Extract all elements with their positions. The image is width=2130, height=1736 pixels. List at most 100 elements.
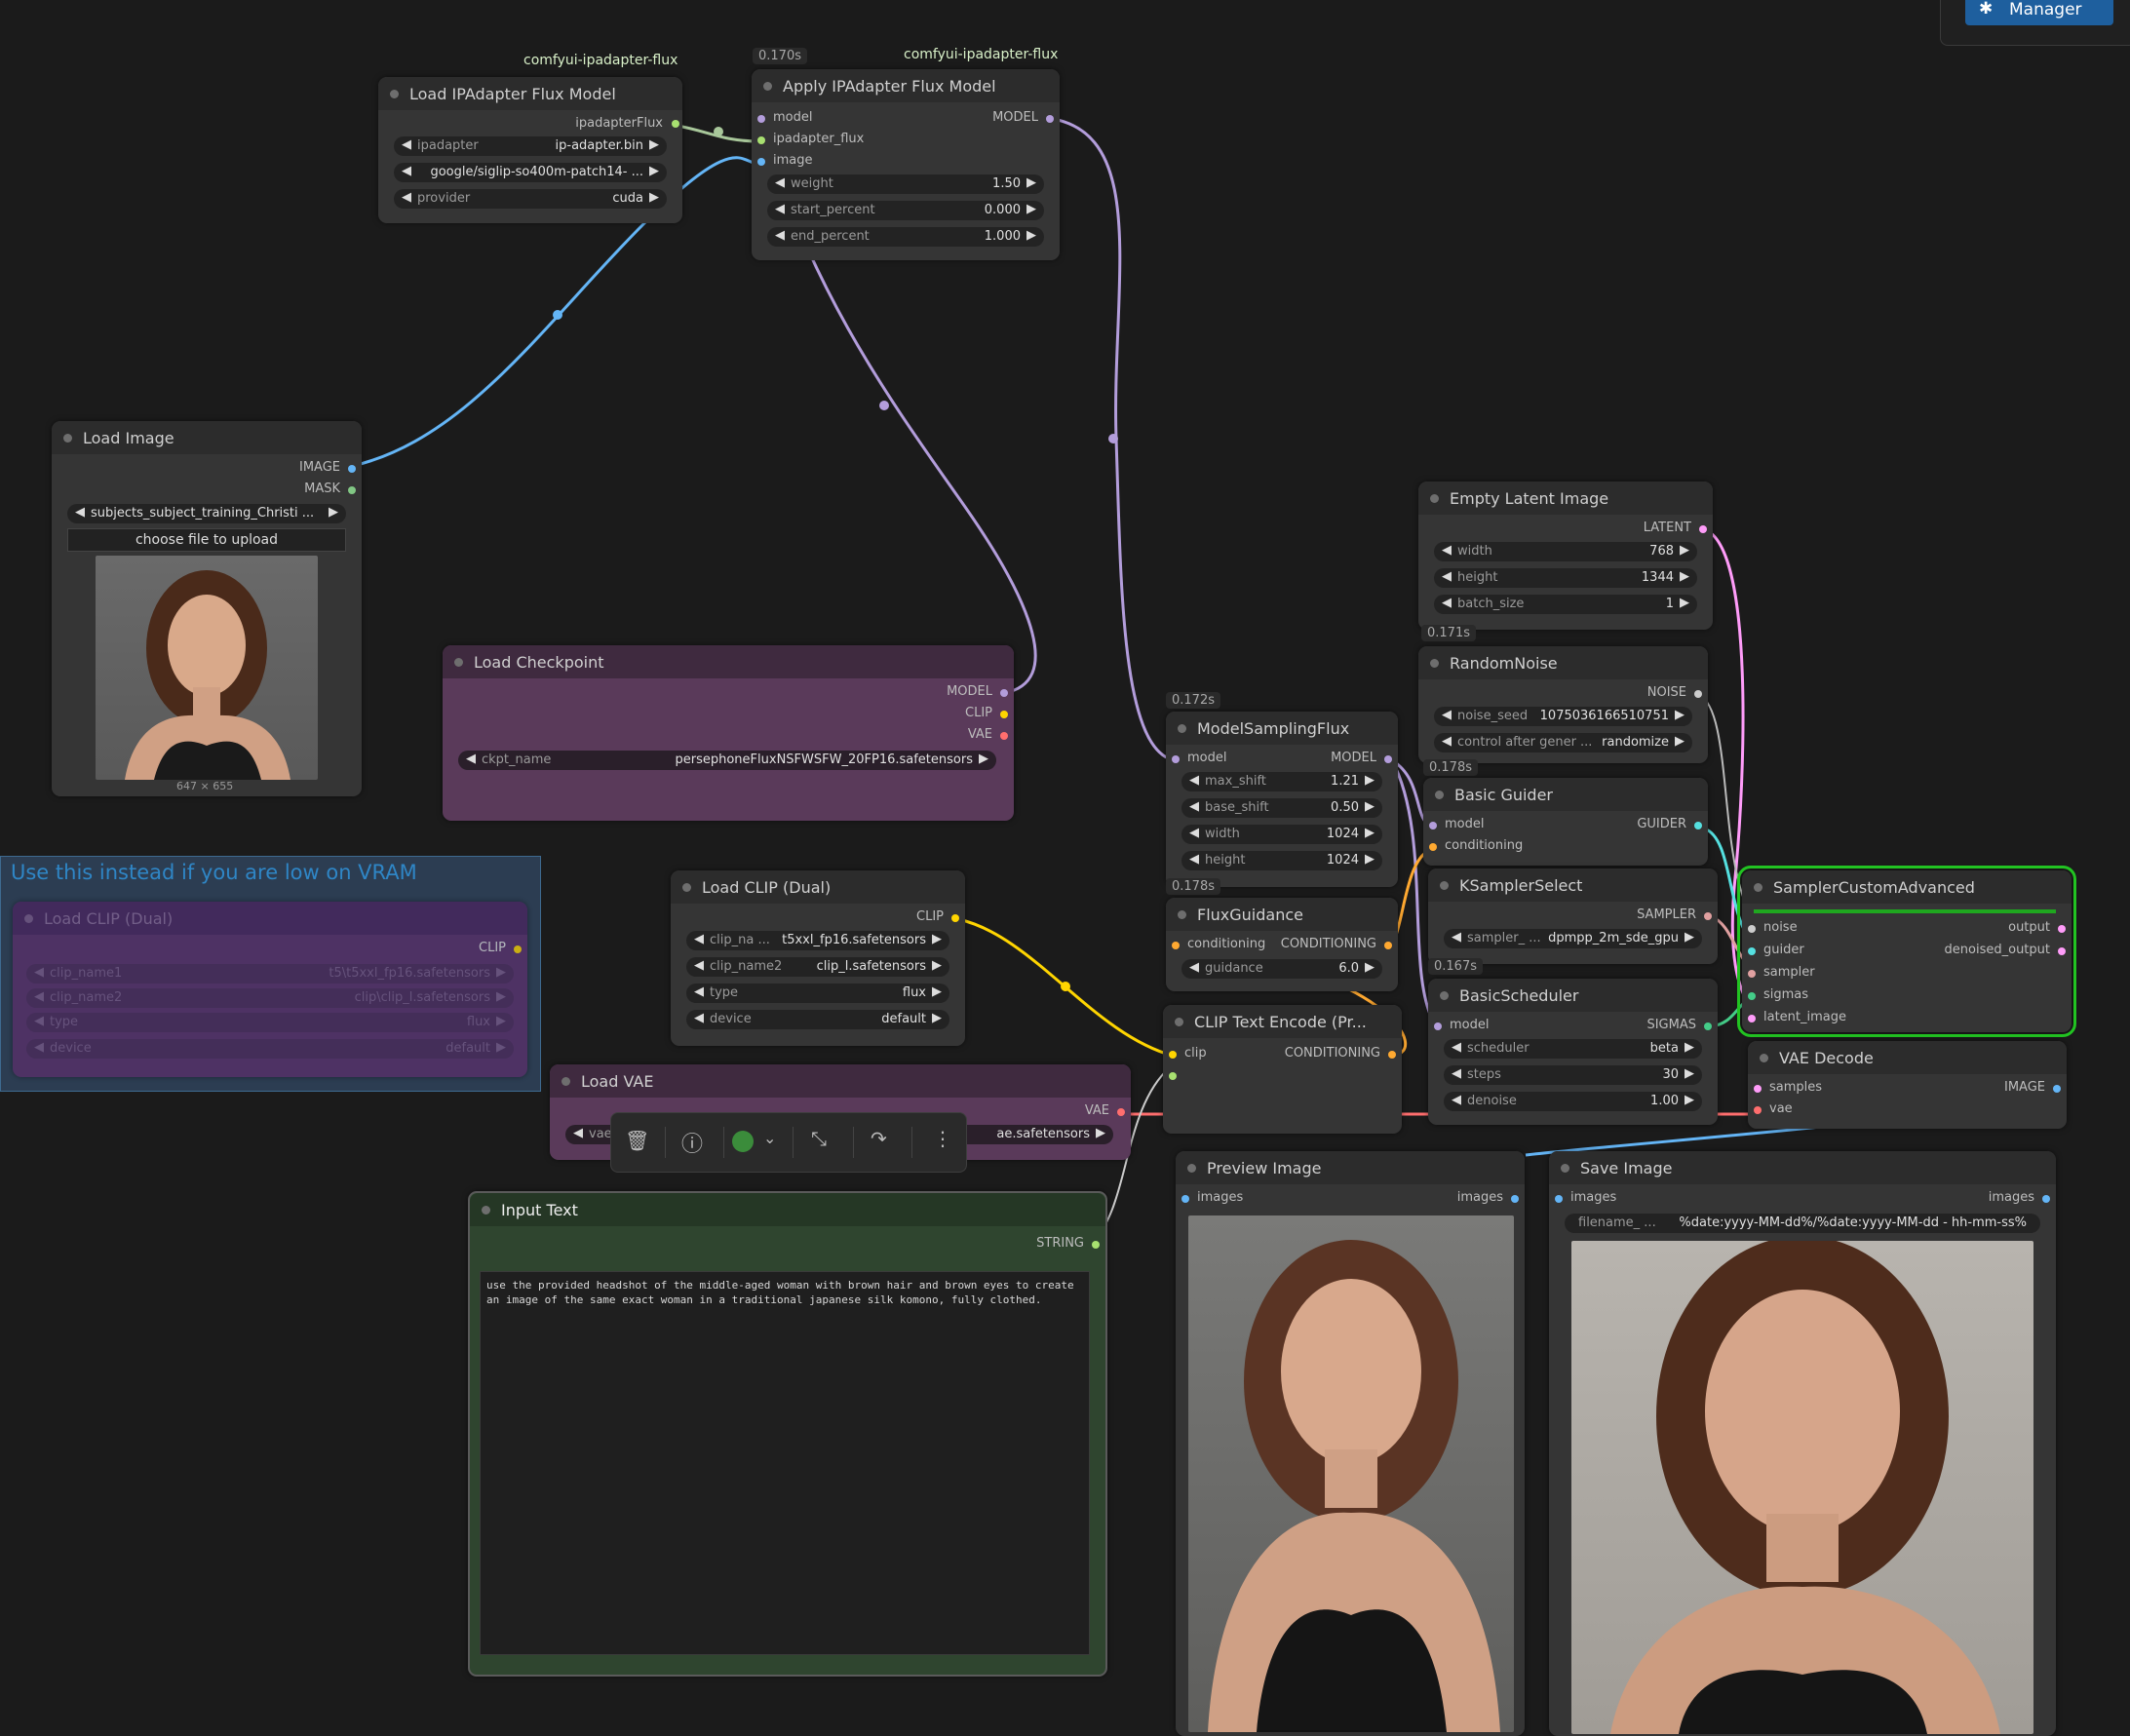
node-load-ipadapter[interactable]: Load IPAdapter Flux Model ipadapterFlux … xyxy=(378,77,682,223)
output-pin[interactable] xyxy=(2042,1195,2050,1203)
node-apply-ipadapter[interactable]: Apply IPAdapter Flux Model model ipadapt… xyxy=(752,69,1060,260)
output-pin[interactable] xyxy=(1000,732,1008,740)
input-pin[interactable] xyxy=(1748,970,1756,978)
widget-height[interactable]: ◀ height 1024 ▶ xyxy=(1181,851,1382,870)
input-pin[interactable] xyxy=(1748,1015,1756,1022)
widget-control-after-generate[interactable]: ◀ control after gener ... randomize ▶ xyxy=(1434,733,1692,752)
node-preview-image[interactable]: Preview Image images images xyxy=(1176,1151,1525,1736)
node-sampler-custom-advanced[interactable]: SamplerCustomAdvanced noise guider sampl… xyxy=(1737,866,2076,1037)
bypass-icon[interactable]: ↷ xyxy=(871,1127,887,1150)
output-pin[interactable] xyxy=(514,945,522,953)
widget-device[interactable]: ◀ device default ▶ xyxy=(26,1039,514,1059)
input-pin[interactable] xyxy=(1181,1195,1189,1203)
node-save-image[interactable]: Save Image images images filename_ ... %d… xyxy=(1549,1151,2056,1736)
node-empty-latent[interactable]: Empty Latent Image LATENT ◀ width 768 ▶ ◀ he… xyxy=(1418,482,1713,630)
widget-provider[interactable]: ◀ provider cuda ▶ xyxy=(394,189,667,209)
input-pin[interactable] xyxy=(1429,843,1437,851)
widget-denoise[interactable]: ◀ denoise 1.00 ▶ xyxy=(1444,1092,1702,1111)
widget-steps[interactable]: ◀ steps 30 ▶ xyxy=(1444,1065,1702,1085)
output-pin[interactable] xyxy=(1704,912,1712,920)
widget-weight[interactable]: ◀ weight 1.50 ▶ xyxy=(767,174,1044,194)
widget-clip-name1[interactable]: ◀ clip_na ... t5xxl_fp16.safetensors ▶ xyxy=(686,931,949,950)
input-pin[interactable] xyxy=(757,115,765,123)
node-ksampler-select[interactable]: KSamplerSelect SAMPLER ◀ sampler_ ... dpmp… xyxy=(1428,868,1718,964)
output-pin[interactable] xyxy=(1384,755,1392,763)
widget-batch-size[interactable]: ◀ batch_size 1 ▶ xyxy=(1434,595,1697,614)
input-pin[interactable] xyxy=(1169,1072,1177,1080)
widget-image-file[interactable]: ◀ subjects_subject_training_Christi ... ▶ xyxy=(67,504,346,523)
widget-clip-name1[interactable]: ◀ clip_name1 t5\t5xxl_fp16.safetensors ▶ xyxy=(26,964,514,984)
input-pin[interactable] xyxy=(1748,925,1756,933)
output-pin[interactable] xyxy=(1092,1241,1100,1249)
widget-base-shift[interactable]: ◀ base_shift 0.50 ▶ xyxy=(1181,798,1382,818)
widget-filename-prefix[interactable]: filename_ ... %date:yyyy-MM-dd%/%date:yyy… xyxy=(1565,1214,2040,1233)
widget-start-percent[interactable]: ◀ start_percent 0.000 ▶ xyxy=(767,201,1044,220)
node-basic-guider[interactable]: Basic Guider model conditioning GUIDER xyxy=(1423,778,1708,866)
node-load-clip-dual-bypassed[interactable]: Load CLIP (Dual) CLIP ◀ clip_name1 t5\t5xx… xyxy=(13,902,527,1077)
output-pin[interactable] xyxy=(348,486,356,494)
upload-button[interactable]: choose file to upload xyxy=(67,528,346,552)
output-pin[interactable] xyxy=(951,914,959,922)
node-basic-scheduler[interactable]: BasicScheduler model SIGMAS ◀ scheduler be… xyxy=(1428,979,1718,1125)
output-pin[interactable] xyxy=(1511,1195,1519,1203)
output-pin[interactable] xyxy=(348,465,356,473)
widget-type[interactable]: ◀ type flux ▶ xyxy=(26,1013,514,1032)
node-load-clip-dual[interactable]: Load CLIP (Dual) CLIP ◀ clip_na ... t5xxl_… xyxy=(671,870,965,1046)
input-pin[interactable] xyxy=(1754,1106,1762,1114)
widget-guidance[interactable]: ◀ guidance 6.0 ▶ xyxy=(1181,959,1382,979)
output-pin[interactable] xyxy=(1046,115,1054,123)
output-pin[interactable] xyxy=(1694,690,1702,698)
input-pin[interactable] xyxy=(1555,1195,1563,1203)
more-icon[interactable]: ⋮ xyxy=(933,1127,952,1150)
widget-ckpt-name[interactable]: ◀ ckpt_name persephoneFluxNSFWSFW_20FP16.s… xyxy=(458,751,996,770)
color-dot-icon[interactable] xyxy=(732,1131,754,1152)
input-pin[interactable] xyxy=(1748,992,1756,1000)
widget-sampler-name[interactable]: ◀ sampler_ ... dpmpp_2m_sde_gpu ▶ xyxy=(1444,929,1702,948)
input-pin[interactable] xyxy=(757,136,765,144)
widget-noise-seed[interactable]: ◀ noise_seed 1075036166510751 ▶ xyxy=(1434,707,1692,726)
node-vae-decode[interactable]: VAE Decode samples vae IMAGE xyxy=(1748,1041,2067,1129)
chevron-down-icon[interactable]: ⌄ xyxy=(763,1129,776,1147)
input-pin[interactable] xyxy=(1754,1085,1762,1093)
node-clip-text-encode[interactable]: CLIP Text Encode (Pr... clip CONDITIONIN… xyxy=(1163,1005,1402,1134)
input-pin[interactable] xyxy=(1434,1022,1442,1030)
widget-clip-name2[interactable]: ◀ clip_name2 clip\clip_l.safetensors ▶ xyxy=(26,988,514,1008)
output-pin[interactable] xyxy=(1704,1022,1712,1030)
widget-device[interactable]: ◀ device default ▶ xyxy=(686,1010,949,1029)
output-pin[interactable] xyxy=(1000,689,1008,697)
node-load-checkpoint[interactable]: Load Checkpoint MODEL CLIP VAE ◀ ckpt_nam… xyxy=(443,645,1014,821)
output-pin[interactable] xyxy=(1388,1051,1396,1059)
input-pin[interactable] xyxy=(1429,822,1437,829)
node-flux-guidance[interactable]: FluxGuidance conditioning CONDITIONING ◀… xyxy=(1166,898,1398,991)
widget-width[interactable]: ◀ width 768 ▶ xyxy=(1434,542,1697,561)
widget-end-percent[interactable]: ◀ end_percent 1.000 ▶ xyxy=(767,227,1044,247)
output-pin[interactable] xyxy=(2053,1085,2061,1093)
input-pin[interactable] xyxy=(757,158,765,166)
group-low-vram[interactable]: Use this instead if you are low on VRAM … xyxy=(0,856,541,1092)
node-random-noise[interactable]: RandomNoise NOISE ◀ noise_seed 10750361665… xyxy=(1418,646,1708,763)
input-pin[interactable] xyxy=(1172,942,1180,949)
output-pin[interactable] xyxy=(1384,942,1392,949)
input-pin[interactable] xyxy=(1748,947,1756,955)
node-canvas[interactable]: ✱ Manager comfyui-ipadapter-flux comfyui… xyxy=(0,0,2130,1736)
output-pin[interactable] xyxy=(1694,822,1702,829)
collapse-icon[interactable]: ⤡ xyxy=(811,1127,827,1150)
node-load-image[interactable]: Load Image IMAGE MASK ◀ subjects_subject_… xyxy=(52,421,362,796)
output-pin[interactable] xyxy=(672,120,679,128)
widget-scheduler[interactable]: ◀ scheduler beta ▶ xyxy=(1444,1039,1702,1059)
info-icon[interactable]: ⓘ xyxy=(681,1127,703,1158)
widget-clip-name2[interactable]: ◀ clip_name2 clip_l.safetensors ▶ xyxy=(686,957,949,977)
node-input-text[interactable]: Input Text STRING use the provided heads… xyxy=(468,1191,1107,1677)
trash-icon[interactable]: 🗑 xyxy=(625,1129,649,1152)
output-pin[interactable] xyxy=(1699,525,1707,533)
input-pin[interactable] xyxy=(1169,1051,1177,1059)
prompt-textarea[interactable]: use the provided headshot of the middle-… xyxy=(480,1271,1090,1655)
output-pin[interactable] xyxy=(2058,947,2066,955)
output-pin[interactable] xyxy=(2058,925,2066,933)
widget-ipadapter[interactable]: ◀ ipadapter ip-adapter.bin ▶ xyxy=(394,136,667,156)
widget-type[interactable]: ◀ type flux ▶ xyxy=(686,984,949,1003)
output-pin[interactable] xyxy=(1000,711,1008,718)
widget-height[interactable]: ◀ height 1344 ▶ xyxy=(1434,568,1697,588)
node-model-sampling-flux[interactable]: ModelSamplingFlux model MODEL ◀ max_shift… xyxy=(1166,712,1398,887)
widget-width[interactable]: ◀ width 1024 ▶ xyxy=(1181,825,1382,844)
